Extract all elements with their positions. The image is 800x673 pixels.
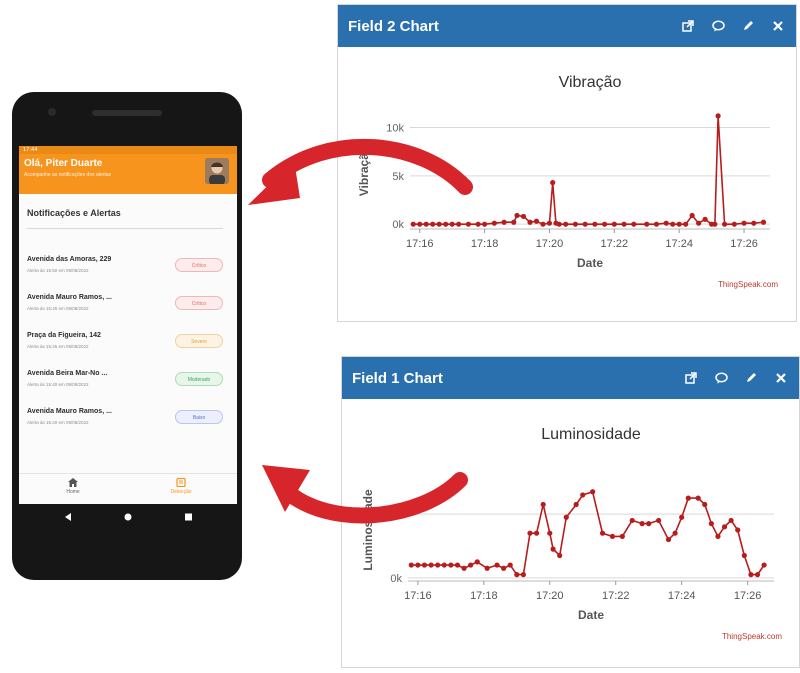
greeting: Olá, Piter Duarte (24, 158, 103, 169)
alert-address: Avenida Mauro Ramos, ... (27, 408, 112, 415)
severity-badge: Moderado (175, 372, 223, 386)
severity-badge: Crítico (175, 296, 223, 310)
nav-detection[interactable]: Detecção (151, 477, 211, 495)
alert-item[interactable]: Avenida Mauro Ramos, ... Alerta às 15:40… (27, 408, 231, 432)
alert-time: Alerta às 15:40 em 09/08/2022 (27, 382, 89, 387)
alert-item[interactable]: Avenida Mauro Ramos, ... Alerta às 15:45… (27, 294, 231, 318)
status-bar: 17:44 (19, 146, 237, 154)
arrow-top (262, 138, 473, 195)
app-header: Olá, Piter Duarte Acompanhe as notificaç… (19, 154, 237, 194)
arrowhead-top (248, 160, 300, 205)
alert-time: Alerta às 15:50 em 09/08/2022 (27, 268, 89, 273)
home-circle-icon[interactable] (124, 513, 132, 521)
recents-icon[interactable] (185, 513, 192, 521)
phone-speaker (92, 110, 162, 116)
alert-item[interactable]: Praça da Figueira, 142 Alerta às 15:45 e… (27, 332, 231, 356)
phone-camera (48, 108, 56, 116)
alert-time: Alerta às 15:45 em 09/08/2022 (27, 306, 89, 311)
home-icon (68, 478, 78, 487)
status-time: 17:44 (23, 147, 38, 153)
section-title: Notificações e Alertas (27, 208, 121, 218)
section-divider (27, 228, 223, 229)
severity-badge: Severo (175, 334, 223, 348)
severity-badge: Crítico (175, 258, 223, 272)
alert-time: Alerta às 15:45 em 09/08/2022 (27, 344, 89, 349)
alert-address: Avenida Beira Mar-No ... (27, 370, 108, 377)
nav-home-label: Home (66, 489, 80, 495)
alert-address: Avenida das Amoras, 229 (27, 256, 112, 263)
nav-detection-label: Detecção (170, 489, 192, 495)
alert-item[interactable]: Avenida Beira Mar-No ... Alerta às 15:40… (27, 370, 231, 394)
alert-item[interactable]: Avenida das Amoras, 229 Alerta às 15:50 … (27, 256, 231, 280)
android-softkeys (19, 506, 237, 528)
nav-home[interactable]: Home (43, 478, 103, 495)
header-subtitle: Acompanhe as notificações dos alertas (24, 172, 111, 178)
severity-badge: Baixo (175, 410, 223, 424)
back-icon[interactable] (65, 513, 71, 521)
detection-icon (176, 477, 186, 488)
bottom-nav: Home Detecção (19, 473, 237, 504)
phone-screen: 17:44 Olá, Piter Duarte Acompanhe as not… (19, 146, 237, 504)
avatar[interactable] (205, 158, 229, 184)
alert-time: Alerta às 15:40 em 09/08/2022 (27, 420, 89, 425)
alert-address: Praça da Figueira, 142 (27, 332, 101, 339)
arrow-bottom (277, 472, 468, 524)
alert-address: Avenida Mauro Ramos, ... (27, 294, 112, 301)
